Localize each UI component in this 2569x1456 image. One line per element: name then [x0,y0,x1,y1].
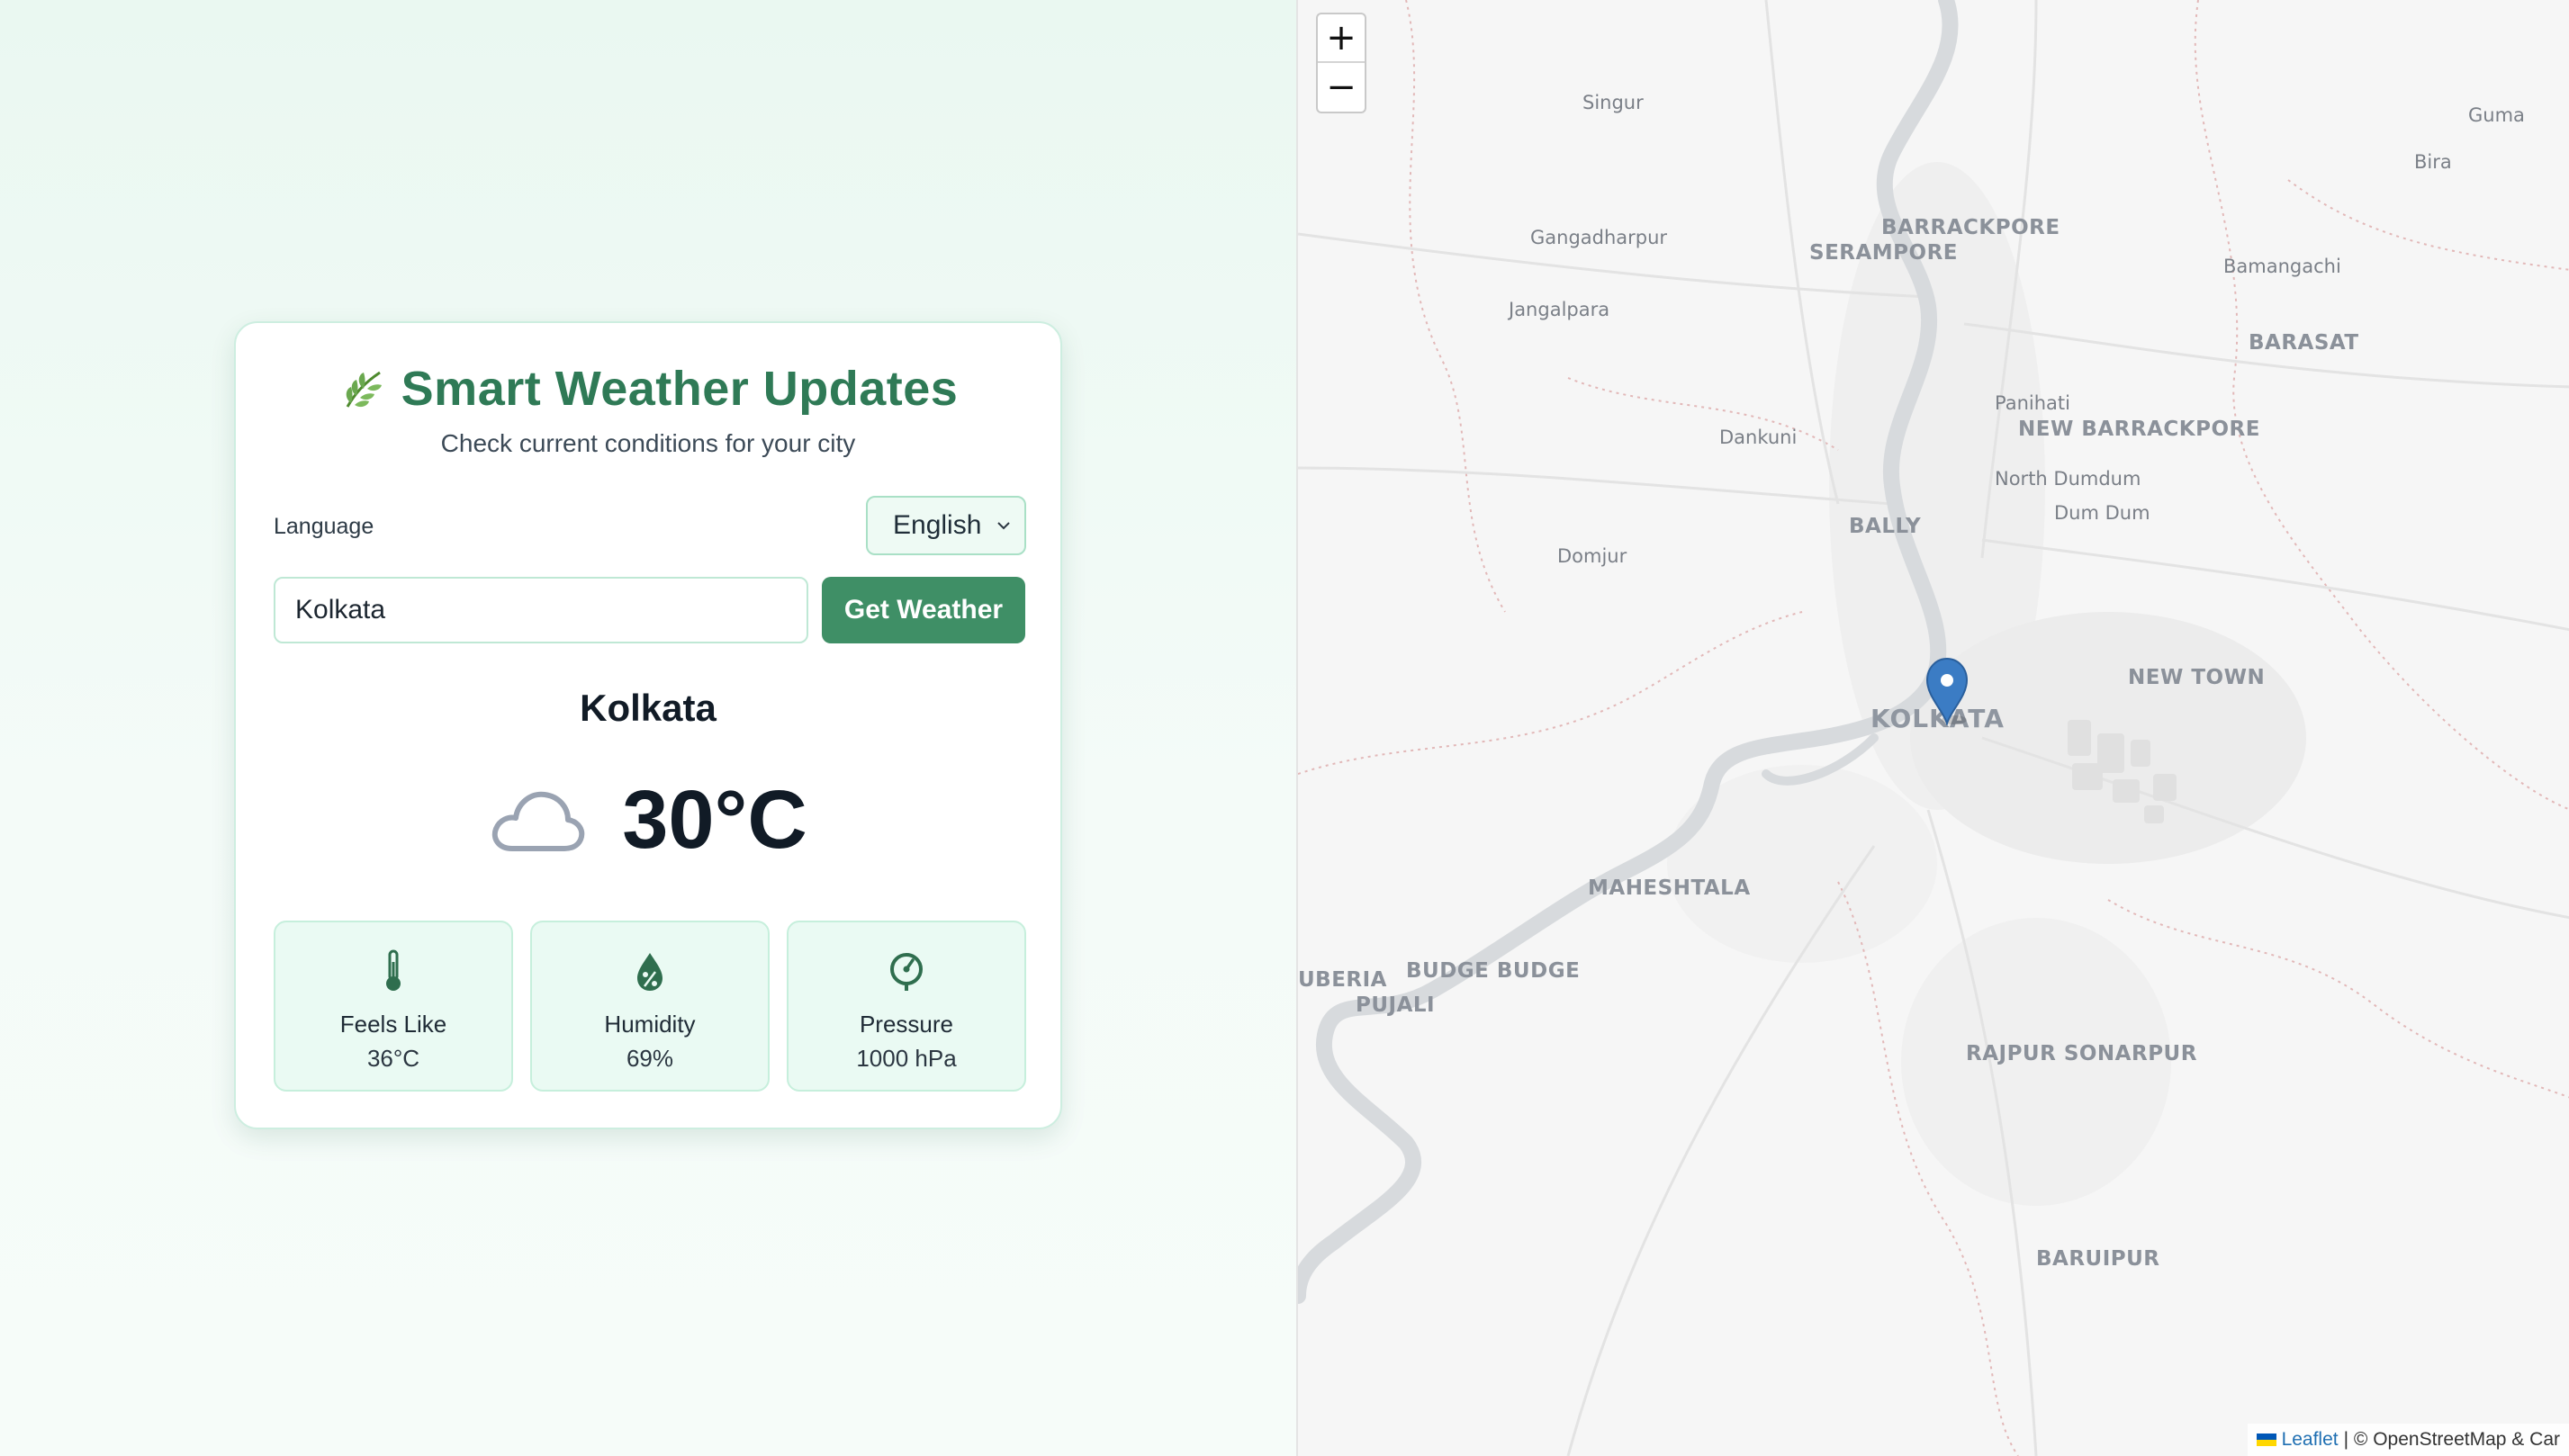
leaf-icon [346,371,382,408]
weather-details: Feels Like 36°C Humidity 69% Pressure 10… [274,921,1026,1092]
map-label-singur: Singur [1582,92,1644,113]
app-title: Smart Weather Updates [401,362,959,416]
leaflet-link[interactable]: Leaflet [2282,1429,2339,1451]
language-label: Language [274,514,374,539]
title-row: Smart Weather Updates [236,361,1060,417]
weather-panel: Smart Weather Updates Check current cond… [0,0,1296,1456]
map-label-domjur: Domjur [1557,545,1627,567]
city-search-input[interactable]: Kolkata [274,577,808,643]
humidity-drop-icon [637,953,663,991]
map-label-panihati: Panihati [1995,392,2070,414]
map-label-guma: Guma [2468,104,2525,126]
location-marker-icon[interactable] [1924,657,1970,725]
chevron-down-icon [997,522,1010,530]
map-label-pujali: PUJALI [1356,993,1436,1017]
city-input-value: Kolkata [295,595,386,625]
pressure-gauge-icon [890,953,923,991]
app-subtitle: Check current conditions for your city [440,429,856,457]
pressure-value: 1000 hPa [856,1045,957,1072]
humidity-label: Humidity [604,1011,696,1038]
map-label-jangalpara: Jangalpara [1509,299,1610,320]
map-label-bira: Bira [2414,151,2452,173]
language-selected-value: English [893,510,982,540]
map-label-budge-budge: BUDGE BUDGE [1406,959,1581,983]
attribution-text: | © OpenStreetMap & Car [2343,1429,2560,1450]
map-label-rajpur-sonarpur: RAJPUR SONARPUR [1966,1042,2197,1065]
feels-like-tile: Feels Like 36°C [274,921,513,1092]
zoom-out-button[interactable]: − [1318,63,1365,112]
pressure-tile: Pressure 1000 hPa [787,921,1026,1092]
map-attribution: Leaflet | © OpenStreetMap & Car [2247,1424,2569,1456]
get-weather-button[interactable]: Get Weather [822,577,1025,643]
ukraine-flag-icon [2256,1434,2276,1446]
zoom-control: + − [1316,13,1366,113]
map-label-bamangachi: Bamangachi [2223,256,2341,277]
zoom-in-button[interactable]: + [1318,14,1365,63]
map-label-gangadharpur: Gangadharpur [1530,227,1668,248]
map-label-bally: BALLY [1849,515,1922,538]
map-label-barrackpore: BARRACKPORE [1881,216,2060,239]
map-label-new-barrackpore: NEW BARRACKPORE [2018,418,2260,441]
map-label-baruipur: BARUIPUR [2036,1247,2160,1271]
humidity-tile: Humidity 69% [530,921,770,1092]
humidity-value: 69% [626,1045,674,1072]
map-label-uberia: UBERIA [1298,968,1387,992]
map-label-barasat: BARASAT [2249,331,2359,355]
weather-card: Smart Weather Updates Check current cond… [234,321,1062,1129]
map-label-dankuni: Dankuni [1719,427,1798,448]
map-label-maheshtala: MAHESHTALA [1588,876,1751,900]
pressure-label: Pressure [859,1011,954,1038]
feels-like-label: Feels Like [339,1011,447,1038]
cloud-icon [492,791,585,851]
map-label-dum-dum: Dum Dum [2054,502,2150,524]
weather-city-name: Kolkata [580,687,717,729]
temperature-value: 30°C [622,774,807,866]
map-label-north-dumdum: North Dumdum [1995,468,2141,490]
thermometer-icon [386,949,401,991]
feels-like-value: 36°C [366,1045,420,1072]
language-select[interactable]: English [866,496,1026,555]
map-view[interactable]: + − Singur Gangadharpur Jangalpara BARRA… [1296,0,2569,1456]
map-label-new-town: NEW TOWN [2128,666,2266,689]
map-label-serampore: SERAMPORE [1809,241,1959,265]
temperature-row: 30°C [236,773,1060,867]
